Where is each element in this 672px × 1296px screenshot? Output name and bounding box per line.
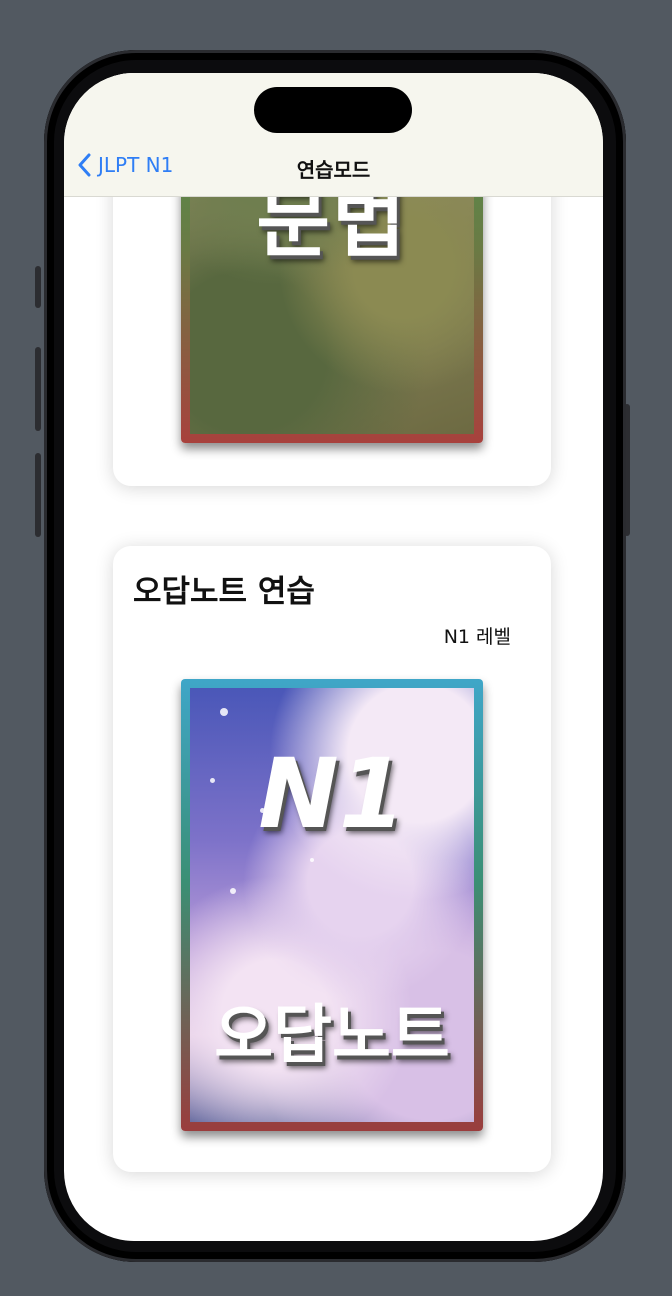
- volume-down-button: [35, 453, 41, 537]
- wrong-answer-cover[interactable]: N1 오답노트: [181, 679, 483, 1131]
- cover-level-text: N1: [258, 738, 406, 850]
- petal-decoration: [230, 888, 236, 894]
- volume-up-button: [35, 347, 41, 431]
- action-button: [35, 266, 41, 308]
- card-title: 오답노트 연습: [133, 574, 315, 610]
- page-title: 연습모드: [296, 158, 371, 182]
- petal-decoration: [220, 708, 228, 716]
- scroll-content[interactable]: 4 문법 오답노트 연습 N1 레벨 N1 오답노트: [64, 73, 603, 1241]
- dynamic-island: [254, 87, 412, 133]
- cover-title-wrong-answer: 오답노트: [214, 999, 450, 1073]
- level-label: N1 레벨: [443, 626, 511, 648]
- petal-decoration: [310, 858, 314, 862]
- navigation-bar: JLPT N1 연습모드: [64, 73, 603, 197]
- screen: 4 문법 오답노트 연습 N1 레벨 N1 오답노트: [64, 73, 603, 1241]
- cherry-blossom-cover-image: N1 오답노트: [190, 688, 474, 1122]
- wrong-answer-practice-card[interactable]: 오답노트 연습 N1 레벨 N1 오답노트: [113, 546, 551, 1172]
